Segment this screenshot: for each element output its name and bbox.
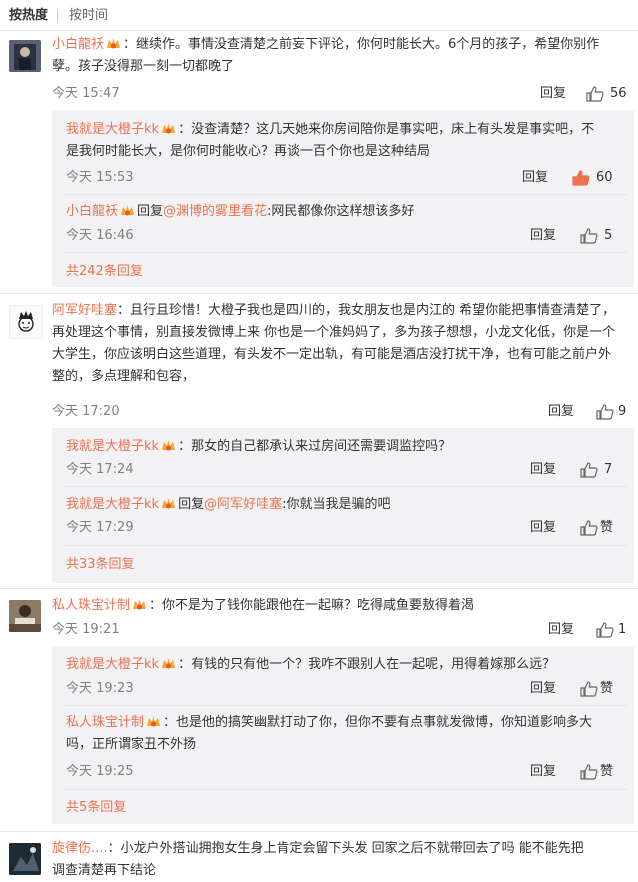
divider — [62, 545, 628, 546]
like-button[interactable]: 5 — [580, 227, 630, 245]
tab-by-heat[interactable]: 按热度 — [9, 8, 48, 24]
comment-text: 小白龍袄 ：继续作。事情没查清楚之前妄下评论，你何时能长大。6个月的孩子，希望你别… — [52, 36, 600, 74]
thumbs-up-icon — [572, 170, 590, 186]
comment-text: 旋律伤....：小龙户外搭讪拥抱女生身上肯定会留下头发 回家之后不就带回去了吗 … — [52, 841, 584, 878]
tab-divider — [57, 10, 58, 22]
reply-text: 私人珠宝计制 ：也是他的搞笑幽默打动了你，但你不要有点事就发微博，你知道影响多大吗… — [66, 714, 593, 752]
like-button[interactable]: 赞 — [580, 680, 634, 698]
comment-divider — [0, 831, 638, 832]
sort-tabs: 按热度 按时间 — [0, 0, 638, 31]
like-count: 7 — [604, 462, 613, 477]
reply-text: 我就是大橙子kk ：没查清楚？这几天她来你房间陪你是事实吧，床上有头发是事实吧，不… — [66, 121, 595, 159]
comment-text: 私人珠宝计制 ：你不是为了钱你能跟他在一起嘛？吃得咸鱼要敖得着渴 — [52, 597, 475, 613]
mention-link[interactable]: @渊博的雾里看花 — [163, 204, 267, 219]
reply-button[interactable]: 回复 — [548, 404, 574, 420]
divider — [62, 486, 628, 487]
thumbs-up-icon — [580, 228, 598, 244]
comment-username[interactable]: 小白龍袄 — [52, 37, 104, 52]
like-count: 赞 — [600, 520, 614, 535]
thumbs-up-icon — [580, 462, 598, 478]
reply-time: 今天 17:29 — [66, 520, 134, 535]
vip-badge-icon — [146, 714, 161, 727]
divider — [62, 252, 628, 253]
comment-time: 今天 19:21 — [52, 622, 120, 637]
divider — [62, 705, 628, 706]
vip-badge-icon — [120, 203, 135, 216]
like-button[interactable]: 赞 — [580, 519, 634, 537]
avatar[interactable] — [9, 40, 41, 72]
like-button[interactable]: 1 — [596, 621, 636, 639]
thumbs-up-icon — [580, 764, 598, 780]
thumbs-up-icon — [596, 404, 614, 420]
like-count: 5 — [604, 228, 613, 243]
comment-time: 今天 17:20 — [52, 404, 120, 419]
reply-username[interactable]: 我就是大橙子kk — [66, 497, 159, 512]
reply-button[interactable]: 回复 — [530, 462, 556, 478]
vip-badge-icon — [161, 438, 176, 451]
reply-text: 我就是大橙子kk ：有钱的只有他一个？我咋不跟别人在一起呢，用得着嫁那么远？ — [66, 656, 556, 672]
comment-time: 今天 15:47 — [52, 86, 120, 101]
divider — [62, 789, 628, 790]
like-button[interactable]: 60 — [572, 169, 632, 187]
comment-text: 阿军好哇塞：且行且珍惜！大橙子我也是四川的，我女朋友也是内江的 希望你能把事情查… — [52, 303, 616, 384]
thumbs-up-icon — [580, 520, 598, 536]
thumbs-up-icon — [580, 681, 598, 697]
reply-username[interactable]: 小白龍袄 — [66, 204, 118, 219]
more-replies-link[interactable]: 共33条回复 — [66, 557, 135, 573]
comment-divider — [0, 293, 638, 294]
reply-time: 今天 19:25 — [66, 764, 134, 779]
vip-badge-icon — [161, 121, 176, 134]
reply-button[interactable]: 回复 — [530, 764, 556, 780]
thumbs-up-icon — [596, 622, 614, 638]
reply-username[interactable]: 我就是大橙子kk — [66, 657, 159, 672]
divider — [62, 194, 628, 195]
avatar[interactable] — [9, 600, 41, 632]
mention-link[interactable]: @阿军好哇塞 — [204, 497, 282, 512]
vip-badge-icon — [106, 36, 121, 49]
like-button[interactable]: 9 — [596, 403, 636, 421]
comment-divider — [0, 588, 638, 589]
tab-by-time[interactable]: 按时间 — [69, 8, 108, 24]
like-count: 赞 — [600, 764, 614, 779]
reply-time: 今天 15:53 — [66, 170, 134, 185]
reply-time: 今天 16:46 — [66, 228, 134, 243]
reply-button[interactable]: 回复 — [530, 520, 556, 536]
reply-button[interactable]: 回复 — [540, 86, 566, 102]
comment-username[interactable]: 私人珠宝计制 — [52, 598, 130, 613]
like-count: 赞 — [600, 681, 614, 696]
thumbs-up-icon — [586, 86, 604, 102]
reply-text: 我就是大橙子kk ：那女的自己都承认来过房间还需要调监控吗？ — [66, 438, 452, 454]
like-count: 56 — [610, 86, 627, 101]
like-button[interactable]: 赞 — [580, 763, 634, 781]
reply-button[interactable]: 回复 — [548, 622, 574, 638]
like-count: 60 — [596, 170, 613, 185]
vip-badge-icon — [161, 496, 176, 509]
reply-username[interactable]: 我就是大橙子kk — [66, 439, 159, 454]
comment-username[interactable]: 阿军好哇塞 — [52, 303, 117, 318]
reply-button[interactable]: 回复 — [530, 228, 556, 244]
reply-button[interactable]: 回复 — [530, 681, 556, 697]
more-replies-link[interactable]: 共242条回复 — [66, 264, 143, 280]
reply-time: 今天 19:23 — [66, 681, 134, 696]
avatar[interactable] — [9, 305, 43, 339]
avatar[interactable] — [9, 843, 41, 875]
like-button[interactable]: 56 — [586, 85, 636, 103]
reply-text: 我就是大橙子kk 回复@阿军好哇塞:你就当我是骗的吧 — [66, 496, 391, 512]
more-replies-link[interactable]: 共5条回复 — [66, 800, 126, 816]
reply-time: 今天 17:24 — [66, 462, 134, 477]
reply-text: 小白龍袄 回复@渊博的雾里看花:网民都像你这样想该多好 — [66, 203, 415, 219]
comment-username[interactable]: 旋律伤.... — [52, 841, 108, 856]
vip-badge-icon — [161, 656, 176, 669]
like-count: 9 — [618, 404, 627, 419]
like-count: 1 — [618, 622, 627, 637]
reply-button[interactable]: 回复 — [522, 170, 548, 186]
reply-username[interactable]: 私人珠宝计制 — [66, 715, 144, 730]
reply-username[interactable]: 我就是大橙子kk — [66, 122, 159, 137]
like-button[interactable]: 7 — [580, 461, 630, 479]
vip-badge-icon — [132, 597, 147, 610]
